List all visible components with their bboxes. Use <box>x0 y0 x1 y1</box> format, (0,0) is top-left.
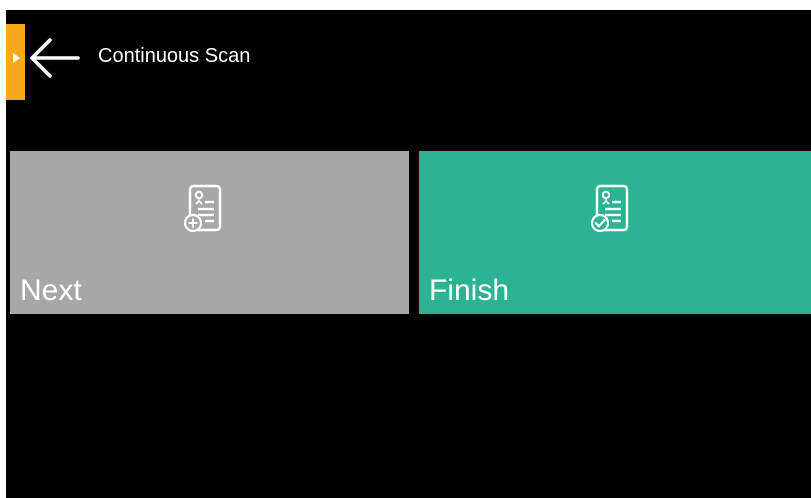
back-button[interactable] <box>28 38 84 78</box>
play-triangle-icon <box>13 53 20 63</box>
arrow-left-icon <box>30 38 80 78</box>
screen: Continuous Scan Next Finish <box>6 10 811 498</box>
finish-button[interactable]: Finish <box>419 151 811 314</box>
document-check-icon <box>590 184 629 233</box>
page-title: Continuous Scan <box>98 45 251 67</box>
side-panel-tab[interactable] <box>6 24 26 100</box>
finish-label: Finish <box>429 274 510 307</box>
next-button[interactable]: Next <box>10 151 409 314</box>
document-add-icon <box>183 184 222 233</box>
next-label: Next <box>20 274 82 307</box>
